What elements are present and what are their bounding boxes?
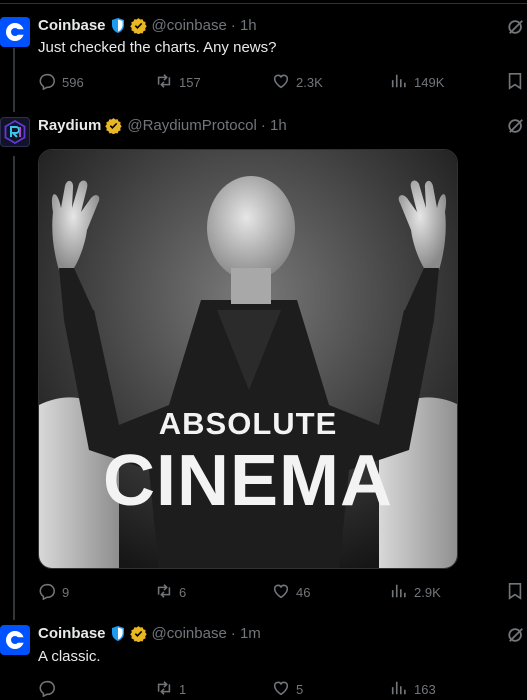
- repost-button[interactable]: 6: [155, 582, 186, 603]
- repost-count: 1: [179, 682, 187, 697]
- reply-button[interactable]: 9: [38, 582, 69, 603]
- views-icon: [390, 72, 414, 93]
- verified-badge-icon: [129, 17, 147, 34]
- image-caption-top: ABSOLUTE: [158, 406, 338, 441]
- bookmark-icon[interactable]: [507, 72, 523, 95]
- author-handle[interactable]: @coinbase: [152, 17, 227, 34]
- repost-button[interactable]: 157: [155, 72, 201, 93]
- tweet-header: Raydium @RaydiumProtocol · 1h: [38, 117, 287, 134]
- author-handle[interactable]: @RaydiumProtocol: [127, 117, 256, 134]
- like-button[interactable]: 46: [272, 582, 310, 603]
- like-count: 5: [296, 682, 304, 697]
- timestamp[interactable]: · 1h: [261, 117, 287, 134]
- avatar-coinbase[interactable]: [0, 625, 30, 655]
- repost-count: 157: [179, 75, 201, 90]
- views-button[interactable]: 163: [390, 679, 436, 700]
- reply-icon: [38, 679, 62, 700]
- verified-badge-icon: [105, 117, 123, 134]
- reply-button[interactable]: 596: [38, 72, 84, 93]
- views-icon: [390, 679, 414, 700]
- reply-count: 596: [62, 75, 84, 90]
- verified-badge-icon: [129, 625, 147, 642]
- views-button[interactable]: 2.9K: [390, 582, 441, 603]
- like-icon: [272, 582, 296, 603]
- like-button[interactable]: 2.3K: [272, 72, 323, 93]
- thread-line: [13, 48, 15, 112]
- thread-line: [13, 156, 15, 620]
- tweet-actions: 596 157 2.3K 149K: [38, 72, 527, 92]
- grok-icon[interactable]: [507, 626, 525, 649]
- views-icon: [390, 582, 414, 603]
- like-count: 2.3K: [296, 75, 323, 90]
- tweet-actions: 1 5 163: [38, 679, 527, 699]
- tweet-text: A classic.: [38, 648, 101, 665]
- author-name[interactable]: Coinbase: [38, 625, 106, 642]
- reply-icon: [38, 72, 62, 93]
- timestamp[interactable]: · 1h: [231, 17, 257, 34]
- author-name[interactable]: Coinbase: [38, 17, 106, 34]
- grok-icon[interactable]: [507, 18, 525, 41]
- tweet-header: Coinbase @coinbase · 1m: [38, 625, 261, 642]
- grok-icon[interactable]: [507, 117, 525, 140]
- author-name[interactable]: Raydium: [38, 117, 101, 134]
- timestamp[interactable]: · 1m: [231, 625, 261, 642]
- repost-icon: [155, 72, 179, 93]
- views-count: 2.9K: [414, 585, 441, 600]
- repost-icon: [155, 679, 179, 700]
- tweet-actions: 9 6 46 2.9K: [38, 582, 527, 602]
- image-caption-bottom: CINEMA: [103, 441, 393, 521]
- author-handle[interactable]: @coinbase: [152, 625, 227, 642]
- views-count: 149K: [414, 75, 445, 90]
- like-count: 46: [296, 585, 311, 600]
- reply-count: 9: [62, 585, 70, 600]
- bookmark-icon[interactable]: [507, 582, 523, 605]
- like-icon: [272, 679, 296, 700]
- tweet-text: Just checked the charts. Any news?: [38, 39, 277, 56]
- affiliate-shield-icon: [110, 17, 126, 34]
- avatar-raydium[interactable]: [0, 117, 30, 147]
- repost-icon: [155, 582, 179, 603]
- repost-count: 6: [179, 585, 187, 600]
- repost-button[interactable]: 1: [155, 679, 186, 700]
- avatar-coinbase[interactable]: [0, 17, 30, 47]
- views-count: 163: [414, 682, 436, 697]
- like-icon: [272, 72, 296, 93]
- like-button[interactable]: 5: [272, 679, 303, 700]
- tweet-header: Coinbase @coinbase · 1h: [38, 17, 257, 34]
- reply-icon: [38, 582, 62, 603]
- affiliate-shield-icon: [110, 625, 126, 642]
- reply-button[interactable]: [38, 679, 62, 700]
- tweet-image[interactable]: ABSOLUTE CINEMA: [38, 149, 458, 569]
- views-button[interactable]: 149K: [390, 72, 444, 93]
- top-divider: [0, 3, 527, 4]
